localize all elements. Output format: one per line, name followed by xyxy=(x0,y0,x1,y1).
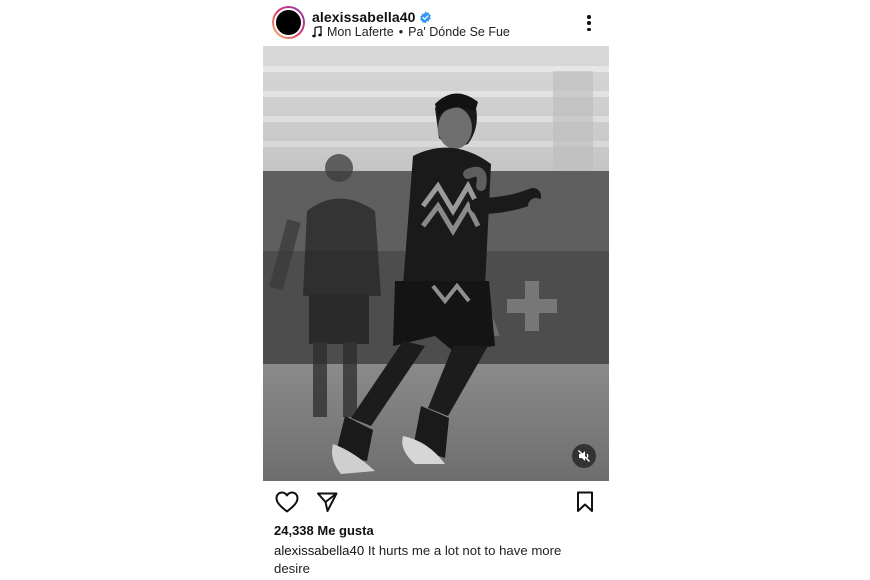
caption-username[interactable]: alexissabella40 xyxy=(274,543,364,558)
music-song: Pa' Dónde Se Fue xyxy=(408,25,510,39)
speaker-muted-icon[interactable] xyxy=(572,444,596,468)
caption: alexissabella40 It hurts me a lot not to… xyxy=(274,542,594,578)
photo-scene: A xyxy=(263,46,609,481)
bookmark-icon[interactable] xyxy=(572,489,598,515)
send-icon[interactable] xyxy=(314,489,340,515)
username[interactable]: alexissabella40 xyxy=(312,9,415,25)
music-note-icon xyxy=(312,26,322,38)
music-artist: Mon Laferte xyxy=(327,25,394,39)
avatar[interactable] xyxy=(272,6,305,39)
more-options-icon[interactable] xyxy=(586,15,592,31)
music-row[interactable]: Mon Laferte • Pa' Dónde Se Fue xyxy=(312,25,510,39)
post-header: alexissabella40 Mon Laferte • Pa' Dónde … xyxy=(272,6,612,42)
post-photo[interactable]: A xyxy=(263,46,609,481)
verified-badge-icon xyxy=(420,11,432,23)
post-actions xyxy=(274,489,596,515)
heart-icon[interactable] xyxy=(274,489,300,515)
likes-count[interactable]: 24,338 Me gusta xyxy=(274,523,374,538)
music-separator: • xyxy=(398,25,404,39)
username-row: alexissabella40 xyxy=(312,9,432,25)
